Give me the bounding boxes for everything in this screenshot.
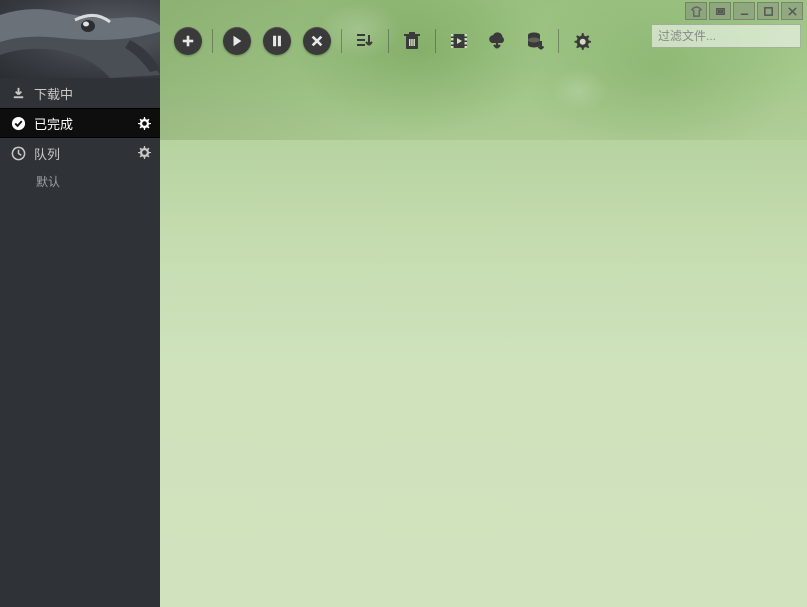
close-button[interactable] [781,2,803,20]
toolbar-separator [558,29,559,53]
sidebar: 下载中 已完成 队列 默认 [0,0,160,607]
toolbar-separator [388,29,389,53]
play-button[interactable] [223,27,251,55]
clock-icon [10,145,26,161]
toolbar-separator [212,29,213,53]
sidebar-item-completed[interactable]: 已完成 [0,108,160,138]
filter-box [651,24,801,48]
add-button[interactable] [174,27,202,55]
compact-mode-button[interactable] [709,2,731,20]
content-area [160,60,807,607]
sidebar-item-downloading[interactable]: 下载中 [0,78,160,108]
database-button[interactable] [522,28,548,54]
toolbar-separator [435,29,436,53]
minimize-button[interactable] [733,2,755,20]
sidebar-item-label: 已完成 [34,114,73,133]
sidebar-item-label: 队列 [34,144,60,163]
queue-settings-icon[interactable] [136,145,152,161]
app-logo [0,0,160,78]
sidebar-subitem-label: 默认 [36,173,60,190]
skin-button[interactable] [685,2,707,20]
maximize-button[interactable] [757,2,779,20]
cloud-download-button[interactable] [484,28,510,54]
cancel-button[interactable] [303,27,331,55]
sidebar-subitem-default[interactable]: 默认 [0,168,160,194]
completed-settings-icon[interactable] [136,116,152,132]
toolbar-separator [341,29,342,53]
delete-button[interactable] [399,28,425,54]
media-button[interactable] [446,28,472,54]
sort-button[interactable] [352,28,378,54]
download-icon [10,85,26,101]
sidebar-item-queue[interactable]: 队列 [0,138,160,168]
filter-input[interactable] [652,25,807,47]
settings-button[interactable] [569,28,595,54]
sidebar-item-label: 下载中 [34,84,73,103]
pause-button[interactable] [263,27,291,55]
window-control-bar [685,0,807,22]
check-circle-icon [10,115,26,131]
